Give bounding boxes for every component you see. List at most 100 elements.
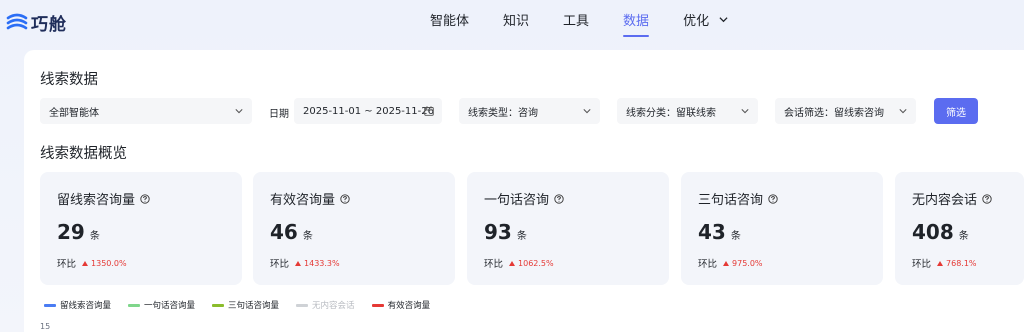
metric-card-valid-consult: 有效咨询量 46 条 环比 1433.3% <box>253 172 455 285</box>
compare-change: 975.0% <box>723 259 763 268</box>
calendar-icon <box>424 106 434 116</box>
legend-label: 三句话咨询量 <box>228 301 280 311</box>
help-icon[interactable] <box>140 193 150 204</box>
chevron-down-icon <box>899 109 907 114</box>
card-title-text: 无内容会话 <box>912 193 978 208</box>
metric-card-empty-session: 无内容会话 408 条 环比 768.1% <box>895 172 1024 285</box>
y-axis-tick: 15 <box>40 322 51 331</box>
date-range-value: 2025-11-01 ~ 2025-11-26 <box>303 105 434 117</box>
legend-label: 一句话咨询量 <box>144 301 196 311</box>
legend-item-lead-consult[interactable]: 留线索咨询量 <box>44 299 111 311</box>
card-value: 43 条 <box>698 220 741 244</box>
card-value: 408 条 <box>912 220 969 244</box>
help-icon[interactable] <box>768 193 778 204</box>
card-unit: 条 <box>730 231 741 242</box>
chevron-down-icon <box>741 109 749 114</box>
help-icon[interactable] <box>340 193 350 204</box>
metric-card-one-sentence: 一句话咨询 93 条 环比 1062.5% <box>467 172 669 285</box>
legend-item-three-sentence[interactable]: 三句话咨询量 <box>212 299 279 311</box>
nav-label: 工具 <box>563 14 590 29</box>
legend-item-valid-consult[interactable]: 有效咨询量 <box>371 299 431 311</box>
lead-type-select[interactable]: 线索类型：咨询 <box>459 98 600 124</box>
nav-label: 智能体 <box>430 14 470 29</box>
card-value-number: 29 <box>57 220 85 244</box>
page-title: 线索数据 <box>40 72 98 88</box>
compare-label: 环比 <box>484 259 504 270</box>
legend-swatch <box>44 303 56 307</box>
filter-button[interactable]: 筛选 <box>934 98 978 124</box>
trend-up-icon <box>82 260 89 266</box>
agent-select-value: 全部智能体 <box>49 107 99 119</box>
card-value-number: 46 <box>270 220 298 244</box>
compare-change: 768.1% <box>937 259 977 268</box>
main-panel: 线索数据 全部智能体 日期 2025-11-01 ~ 2025-11-26 线索… <box>24 50 1024 332</box>
card-title: 三句话咨询 <box>698 189 778 208</box>
nav-item-data[interactable]: 数据 <box>623 13 650 37</box>
chevron-down-icon <box>583 109 591 114</box>
app-logo[interactable]: 巧舱 <box>6 10 67 35</box>
compare-change: 1062.5% <box>509 259 554 268</box>
card-value: 29 条 <box>57 220 100 244</box>
trend-up-icon <box>295 260 302 266</box>
compare-label: 环比 <box>912 259 932 270</box>
compare-label: 环比 <box>698 259 718 270</box>
compare-value: 768.1% <box>946 258 977 268</box>
metric-card-lead-consult: 留线索咨询量 29 条 环比 1350.0% <box>40 172 242 285</box>
logo-text: 巧舱 <box>31 15 67 35</box>
main-nav: 智能体 知识 工具 数据 优化 <box>430 13 762 37</box>
compare-label: 环比 <box>57 259 77 270</box>
trend-up-icon <box>509 260 516 266</box>
nav-label: 数据 <box>623 14 650 29</box>
compare-change: 1350.0% <box>82 259 127 268</box>
nav-label: 知识 <box>503 14 530 29</box>
nav-label: 优化 <box>683 14 710 29</box>
card-value: 93 条 <box>484 220 527 244</box>
chevron-down-icon <box>235 109 243 114</box>
compare-value: 1062.5% <box>518 258 554 268</box>
card-unit: 条 <box>958 231 969 242</box>
legend-swatch <box>371 303 384 307</box>
legend-swatch <box>212 303 225 307</box>
card-compare: 环比 1062.5% <box>484 256 554 271</box>
card-compare: 环比 975.0% <box>698 256 763 271</box>
card-title-text: 留线索咨询量 <box>57 193 136 208</box>
compare-value: 1350.0% <box>91 258 127 268</box>
metric-card-three-sentence: 三句话咨询 43 条 环比 975.0% <box>681 172 883 285</box>
help-icon[interactable] <box>982 193 992 204</box>
card-title: 有效咨询量 <box>270 189 350 208</box>
nav-item-knowledge[interactable]: 知识 <box>503 13 529 35</box>
legend-label: 有效咨询量 <box>387 301 431 311</box>
legend-swatch <box>128 303 141 307</box>
card-title: 一句话咨询 <box>484 189 564 208</box>
overview-title: 线索数据概览 <box>40 146 127 162</box>
legend-item-one-sentence[interactable]: 一句话咨询量 <box>128 299 195 311</box>
card-title-text: 有效咨询量 <box>270 193 336 208</box>
card-unit: 条 <box>89 231 100 242</box>
date-range-picker[interactable]: 2025-11-01 ~ 2025-11-26 <box>294 98 442 124</box>
legend-label: 无内容会话 <box>312 301 355 311</box>
session-filter-value: 会话筛选：留线索咨询 <box>784 107 884 119</box>
session-filter-select[interactable]: 会话筛选：留线索咨询 <box>775 98 916 124</box>
card-unit: 条 <box>302 231 313 242</box>
card-value-number: 93 <box>484 220 512 244</box>
legend-label: 留线索咨询量 <box>60 301 112 311</box>
legend-swatch <box>296 303 309 307</box>
nav-item-optimize[interactable]: 优化 <box>683 13 728 35</box>
agent-select[interactable]: 全部智能体 <box>40 98 252 124</box>
card-title: 无内容会话 <box>912 189 992 208</box>
lead-category-select[interactable]: 线索分类：留联线索 <box>617 98 758 124</box>
date-label: 日期 <box>269 109 289 120</box>
legend-item-empty-session[interactable]: 无内容会话 <box>296 299 355 311</box>
nav-item-tools[interactable]: 工具 <box>563 13 589 35</box>
card-value-number: 408 <box>912 220 954 244</box>
card-title: 留线索咨询量 <box>57 189 150 208</box>
compare-change: 1433.3% <box>295 259 340 268</box>
compare-value: 975.0% <box>732 258 763 268</box>
trend-up-icon <box>723 260 730 266</box>
lead-category-value: 线索分类：留联线索 <box>626 107 716 119</box>
help-icon[interactable] <box>554 193 564 204</box>
logo-icon <box>6 13 28 29</box>
card-title-text: 一句话咨询 <box>484 193 550 208</box>
card-compare: 环比 1433.3% <box>270 256 340 271</box>
nav-item-agents[interactable]: 智能体 <box>430 13 469 35</box>
